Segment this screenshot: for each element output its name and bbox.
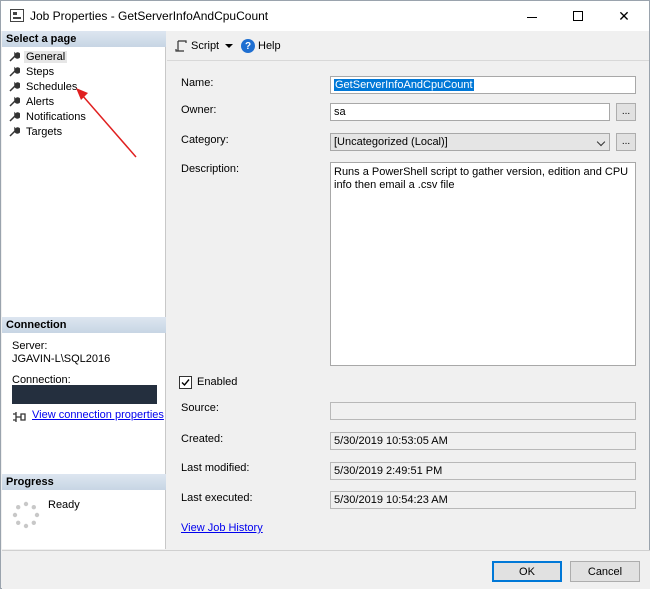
script-icon: [175, 40, 187, 52]
owner-input[interactable]: sa: [330, 103, 610, 121]
name-input[interactable]: GetServerInfoAndCpuCount: [330, 76, 636, 94]
help-icon[interactable]: ?: [241, 39, 255, 53]
script-button[interactable]: Script: [191, 40, 219, 52]
name-label: Name:: [181, 77, 214, 89]
view-connection-properties-link[interactable]: View connection properties: [32, 409, 164, 421]
title-bar: Job Properties - GetServerInfoAndCpuCoun…: [1, 1, 649, 31]
maximize-icon: [573, 11, 583, 21]
window-title: Job Properties - GetServerInfoAndCpuCoun…: [30, 9, 269, 23]
annotation-arrow: [76, 88, 137, 158]
checkmark-icon: [181, 379, 190, 387]
created-label: Created:: [181, 433, 224, 445]
category-value: [Uncategorized (Local)]: [334, 136, 448, 148]
dialog-button-bar: OK Cancel: [2, 550, 650, 589]
enabled-label: Enabled: [197, 376, 238, 388]
progress-header: Progress: [2, 474, 166, 490]
cancel-button[interactable]: Cancel: [570, 561, 640, 582]
owner-browse-button[interactable]: ...: [616, 103, 636, 121]
window-app-icon: [10, 9, 24, 22]
enabled-checkbox[interactable]: [179, 376, 192, 389]
category-label: Category:: [181, 134, 229, 146]
progress-spinner-icon: [12, 501, 40, 529]
created-field: 5/30/2019 10:53:05 AM: [330, 432, 636, 450]
help-button[interactable]: Help: [258, 40, 281, 52]
category-select[interactable]: [Uncategorized (Local)]: [330, 133, 610, 151]
server-value: JGAVIN-L\SQL2016: [12, 353, 111, 365]
left-pane: Select a page General Steps Schedules Al…: [2, 31, 166, 549]
owner-label: Owner:: [181, 104, 217, 116]
minimize-button[interactable]: [509, 1, 555, 31]
ok-button[interactable]: OK: [492, 561, 562, 582]
name-value: GetServerInfoAndCpuCount: [334, 79, 474, 91]
connection-header: Connection: [2, 317, 166, 333]
source-field: [330, 402, 636, 420]
last-executed-label: Last executed:: [181, 492, 253, 504]
connection-plug-icon: [13, 412, 26, 422]
connection-value-redacted: [12, 385, 157, 404]
last-executed-field: 5/30/2019 10:54:23 AM: [330, 491, 636, 509]
job-properties-window: Job Properties - GetServerInfoAndCpuCoun…: [0, 0, 650, 589]
toolbar: Script ? Help: [167, 31, 649, 61]
source-label: Source:: [181, 402, 219, 414]
description-textarea[interactable]: Runs a PowerShell script to gather versi…: [330, 162, 636, 366]
last-modified-field: 5/30/2019 2:49:51 PM: [330, 462, 636, 480]
script-dropdown-chevron-icon[interactable]: [225, 44, 233, 48]
view-job-history-link[interactable]: View Job History: [181, 522, 263, 534]
progress-status: Ready: [48, 499, 80, 511]
chevron-down-icon: [596, 137, 606, 147]
general-page-content: Name: GetServerInfoAndCpuCount Owner: sa…: [167, 62, 649, 549]
description-label: Description:: [181, 163, 240, 175]
server-label: Server:: [12, 340, 48, 352]
maximize-button[interactable]: [555, 1, 601, 31]
close-button[interactable]: ✕: [601, 1, 647, 31]
minimize-icon: [527, 16, 537, 18]
category-browse-button[interactable]: ...: [616, 133, 636, 151]
last-modified-label: Last modified:: [181, 462, 250, 474]
close-icon: ✕: [618, 7, 630, 24]
